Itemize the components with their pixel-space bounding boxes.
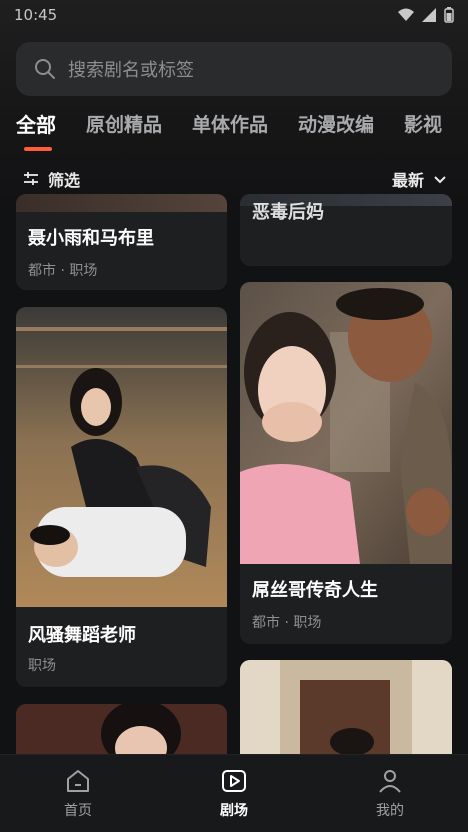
- signal-icon: [422, 8, 436, 22]
- drama-card[interactable]: 聂小雨和马布里 都市 · 职场: [16, 194, 227, 290]
- tab-all[interactable]: 全部: [16, 110, 56, 150]
- drama-title: 聂小雨和马布里: [28, 228, 154, 249]
- tab-film[interactable]: 影视: [404, 110, 442, 150]
- drama-title: 恶毒后妈: [252, 202, 324, 223]
- bottom-navigation: 首页 剧场 我的: [0, 754, 468, 832]
- nav-profile[interactable]: 我的: [330, 768, 450, 820]
- drama-card[interactable]: [240, 660, 452, 764]
- drama-title: 风骚舞蹈老师: [28, 625, 136, 646]
- drama-card[interactable]: 风骚舞蹈老师 职场: [16, 307, 227, 687]
- status-bar: 10:45: [0, 0, 468, 30]
- search-input[interactable]: 搜索剧名或标签: [16, 42, 452, 96]
- sort-dropdown[interactable]: 最新: [392, 167, 448, 191]
- drama-card[interactable]: 恶毒后妈: [240, 194, 452, 266]
- nav-home[interactable]: 首页: [18, 768, 138, 820]
- search-placeholder: 搜索剧名或标签: [68, 60, 194, 81]
- search-icon: [35, 59, 55, 79]
- tab-anime[interactable]: 动漫改编: [298, 110, 374, 150]
- drama-tags: 职场: [28, 658, 56, 674]
- active-tab-indicator: [24, 147, 52, 151]
- status-icons: [398, 7, 454, 23]
- person-icon: [379, 769, 401, 793]
- drama-cover-image: [240, 660, 452, 764]
- filter-row: 筛选 最新: [22, 164, 448, 194]
- drama-tags: 都市 · 职场: [252, 615, 322, 631]
- nav-theater[interactable]: 剧场: [174, 768, 294, 820]
- nav-profile-label: 我的: [376, 802, 404, 819]
- chevron-down-icon: [434, 176, 446, 184]
- drama-card[interactable]: 屌丝哥传奇人生 都市 · 职场: [240, 282, 452, 644]
- category-tabs: 全部 原创精品 单体作品 动漫改编 影视: [16, 110, 468, 150]
- drama-title: 屌丝哥传奇人生: [252, 580, 378, 601]
- home-icon: [67, 769, 89, 792]
- drama-cover-image: [240, 282, 452, 564]
- drama-cover-image: [16, 307, 227, 607]
- sort-label: 最新: [391, 171, 424, 190]
- filter-button[interactable]: 筛选: [22, 167, 80, 191]
- wifi-icon: [398, 8, 414, 21]
- play-box-icon: [222, 769, 246, 792]
- battery-icon: [444, 7, 454, 23]
- tab-single[interactable]: 单体作品: [192, 110, 268, 150]
- nav-home-label: 首页: [64, 802, 92, 819]
- status-time: 10:45: [14, 6, 58, 24]
- filter-label: 筛选: [48, 171, 81, 190]
- nav-theater-label: 剧场: [220, 802, 248, 819]
- tab-original[interactable]: 原创精品: [86, 110, 162, 150]
- filter-icon: [24, 172, 38, 185]
- drama-tags: 都市 · 职场: [28, 263, 98, 279]
- drama-cover-image: [16, 194, 227, 212]
